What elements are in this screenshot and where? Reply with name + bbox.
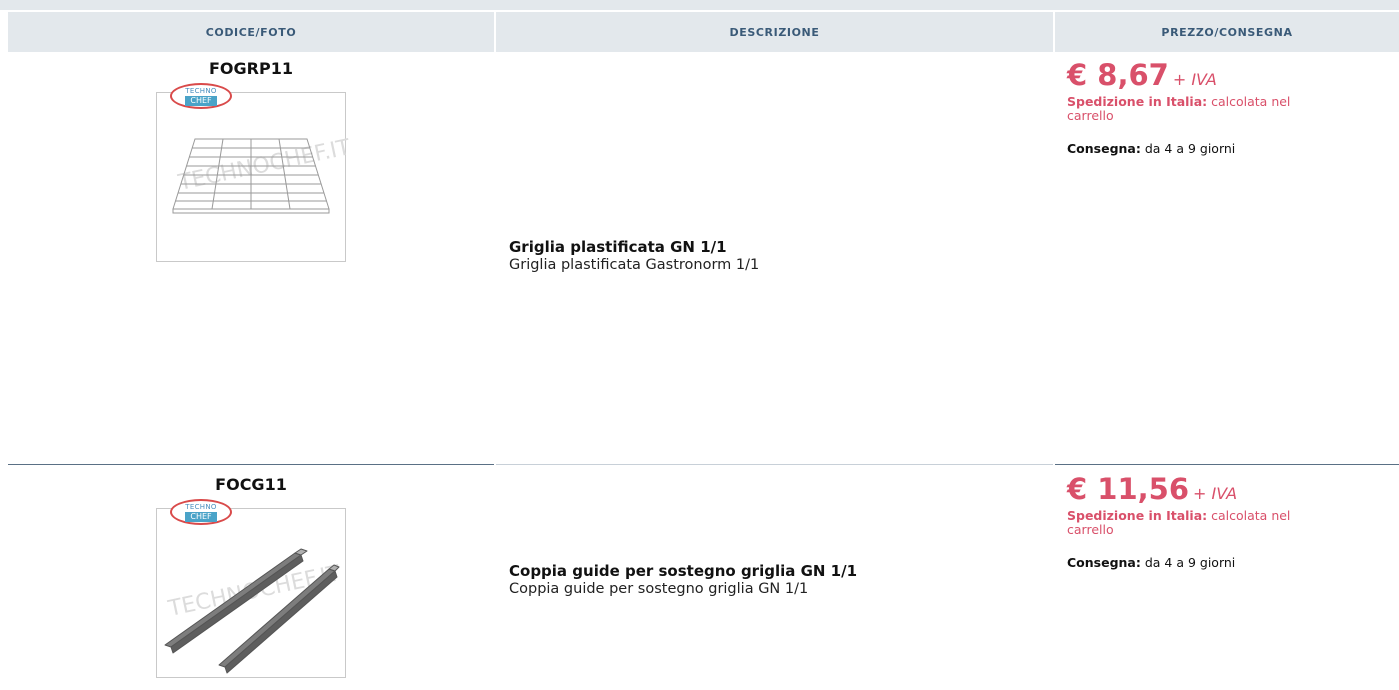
shipping-info: Spedizione in Italia: calcolata nel carr… bbox=[1067, 95, 1307, 123]
shipping-label: Spedizione in Italia: bbox=[1067, 94, 1208, 109]
delivery-info: Consegna: da 4 a 9 giorni bbox=[1067, 555, 1387, 570]
product-title[interactable]: Coppia guide per sostegno griglia GN 1/1 bbox=[509, 562, 1049, 580]
delivery-label: Consegna: bbox=[1067, 555, 1141, 570]
price-line: € 11,56 + IVA bbox=[1067, 474, 1387, 509]
code-photo-cell: FOCG11 TECHNO CHEF TECHNOCHEF.IT bbox=[8, 464, 494, 690]
price-amount: € 8,67 bbox=[1067, 58, 1169, 92]
product-code[interactable]: FOGRP11 bbox=[8, 59, 494, 78]
table-row: FOCG11 TECHNO CHEF TECHNOCHEF.IT Coppia … bbox=[0, 464, 1399, 690]
pair-of-rails-icon bbox=[164, 548, 340, 674]
header-code-photo[interactable]: CODICE/FOTO bbox=[8, 12, 494, 52]
table-header: CODICE/FOTO DESCRIZIONE PREZZO/CONSEGNA bbox=[8, 12, 1399, 52]
price-vat: + IVA bbox=[1172, 70, 1217, 89]
price-cell: € 11,56 + IVA Spedizione in Italia: calco… bbox=[1067, 474, 1387, 570]
product-description: Griglia plastificata Gastronorm 1/1 bbox=[509, 257, 760, 273]
product-title[interactable]: Griglia plastificata GN 1/1 bbox=[509, 238, 1049, 256]
price-cell: € 8,67 + IVA Spedizione in Italia: calcol… bbox=[1067, 60, 1387, 156]
code-photo-cell: FOGRP11 TECHNO CHEF TECHNOCHEF.IT bbox=[8, 52, 494, 464]
delivery-value: da 4 a 9 giorni bbox=[1144, 555, 1236, 570]
delivery-info: Consegna: da 4 a 9 giorni bbox=[1067, 141, 1387, 156]
delivery-label: Consegna: bbox=[1067, 141, 1141, 156]
shipping-label: Spedizione in Italia: bbox=[1067, 508, 1208, 523]
header-price-delivery[interactable]: PREZZO/CONSEGNA bbox=[1055, 12, 1399, 52]
shipping-info: Spedizione in Italia: calcolata nel carr… bbox=[1067, 509, 1307, 537]
product-photo[interactable]: TECHNO CHEF TECHNOCHEF.IT bbox=[156, 83, 353, 262]
price-amount: € 11,56 bbox=[1067, 472, 1190, 506]
product-photo[interactable]: TECHNO CHEF TECHNOCHEF.IT bbox=[156, 499, 346, 678]
description-cell: Griglia plastificata GN 1/1 Griglia plas… bbox=[509, 238, 1049, 274]
description-cell: Coppia guide per sostegno griglia GN 1/1… bbox=[509, 562, 1049, 598]
table-row: FOGRP11 TECHNO CHEF TECHNOCHEF.IT Grigli… bbox=[0, 52, 1399, 464]
product-code[interactable]: FOCG11 bbox=[8, 475, 494, 494]
header-description[interactable]: DESCRIZIONE bbox=[496, 12, 1053, 52]
top-bar bbox=[0, 0, 1399, 10]
wire-grid-shelf-icon bbox=[172, 138, 330, 214]
delivery-value: da 4 a 9 giorni bbox=[1144, 141, 1236, 156]
price-line: € 8,67 + IVA bbox=[1067, 60, 1387, 95]
price-vat: + IVA bbox=[1193, 484, 1238, 503]
product-description: Coppia guide per sostegno griglia GN 1/1 bbox=[509, 581, 809, 597]
